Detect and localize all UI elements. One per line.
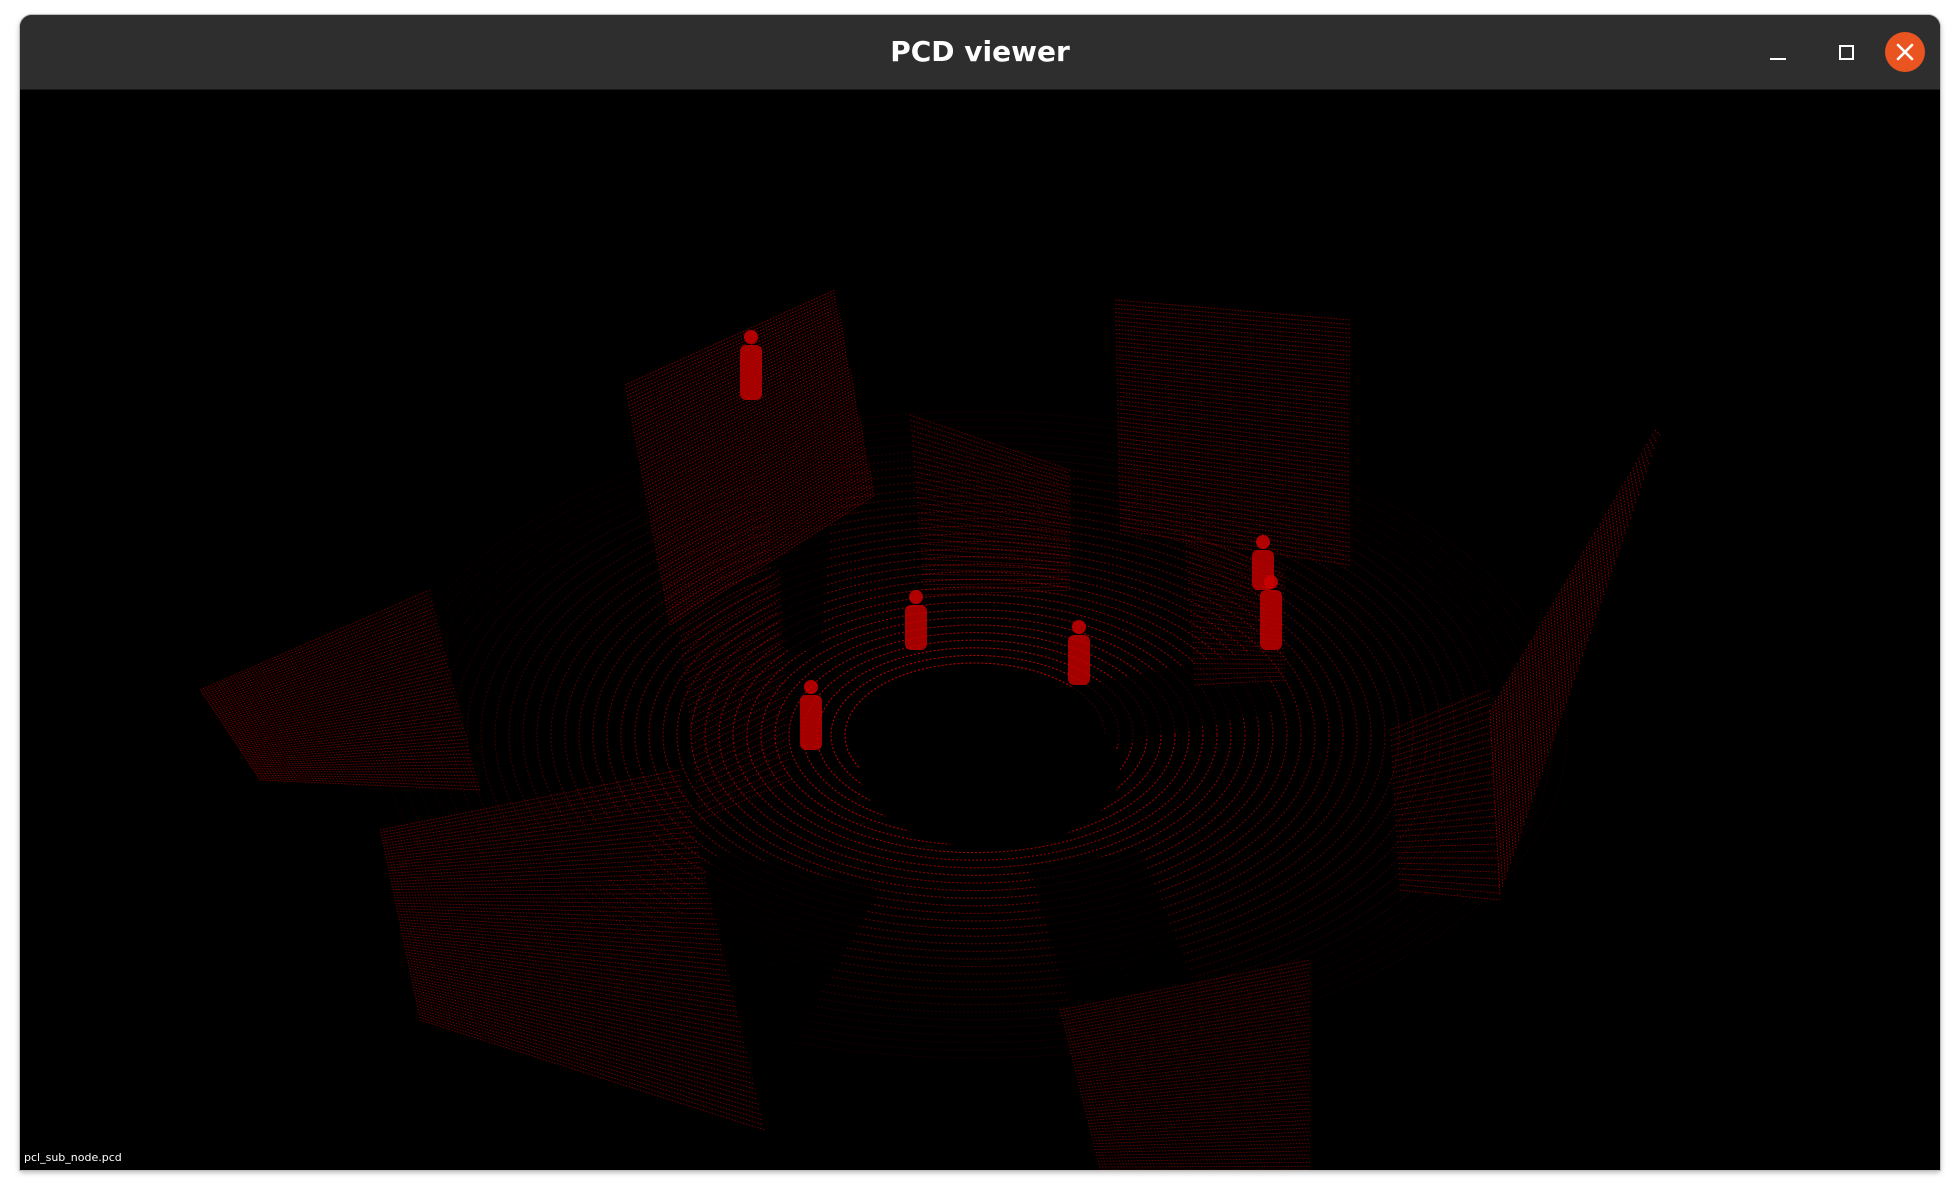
scanner-blind-spot <box>860 692 1120 848</box>
minimize-button[interactable] <box>1758 32 1798 72</box>
title-bar[interactable]: PCD viewer <box>20 15 1940 90</box>
pcd-viewer-window: PCD viewer pcl_sub_node.pcd <box>20 15 1940 1170</box>
window-title: PCD viewer <box>890 35 1070 68</box>
maximize-icon <box>1839 45 1854 60</box>
close-button[interactable] <box>1885 32 1925 72</box>
point-cloud-canvas[interactable] <box>20 90 1940 1170</box>
cloud-filename-label: pcl_sub_node.pcd <box>24 1151 122 1164</box>
maximize-button[interactable] <box>1826 32 1866 72</box>
minimize-icon <box>1770 58 1786 60</box>
point-cloud-viewport[interactable]: pcl_sub_node.pcd <box>20 90 1940 1170</box>
close-icon <box>1896 43 1914 61</box>
